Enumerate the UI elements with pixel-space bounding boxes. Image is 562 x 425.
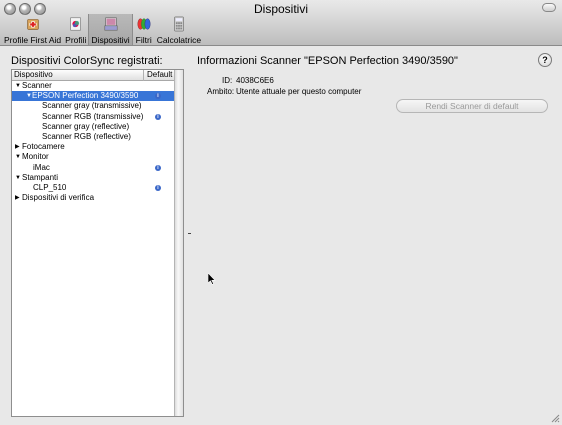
disclosure-open-icon[interactable]: ▼ [15,152,21,162]
tree-row-label: Scanner [22,81,52,90]
default-indicator-icon[interactable]: i [155,113,161,120]
tree-group-row[interactable]: ▼ Monitor [12,152,175,162]
tree-device-row[interactable]: iMac i [12,163,175,173]
tree-device-row[interactable]: Scanner RGB (reflective) [12,132,175,142]
toolbar-label: Dispositivi [91,35,130,45]
id-value: 4038C6E6 [236,76,274,85]
tree-device-row[interactable]: ▼ EPSON Perfection 3490/3590 i [12,91,175,102]
default-indicator-icon[interactable]: i [155,164,161,171]
devices-tree: ▼ Scanner ▼ EPSON Perfection 3490/3590 i Scan… [12,81,175,203]
tree-device-row[interactable]: Scanner gray (reflective) [12,122,175,132]
split-view-divider[interactable] [188,233,191,234]
scope-value: Utente attuale per questo computer [236,87,362,96]
tree-row-label: CLP_510 [33,182,67,192]
toolbar-toggle-button[interactable] [542,3,556,12]
resize-grip-icon[interactable] [550,413,560,423]
disclosure-open-icon[interactable]: ▼ [15,173,21,183]
tree-row-label: EPSON Perfection 3490/3590 [32,91,139,101]
tree-group-row[interactable]: ▼ Scanner [12,81,175,91]
tree-device-row[interactable]: Scanner gray (transmissive) [12,101,175,111]
table-header: Dispositivo Default [12,70,175,81]
tree-row-label: Scanner gray (reflective) [42,121,130,131]
toolbar-label: Profili [65,35,87,45]
id-label: ID: [222,76,233,85]
device-info-title: Informazioni Scanner "EPSON Perfection 3… [197,55,458,67]
tree-row-label: Scanner gray (transmissive) [42,101,142,111]
tree-group-row[interactable]: ▶ Dispositivi di verifica [12,193,175,203]
toolbar-item-dispositivi[interactable]: Dispositivi [88,14,133,45]
mouse-pointer-icon [208,273,216,285]
tree-row-label: Scanner RGB (reflective) [42,131,131,141]
tree-row-label: Dispositivi di verifica [22,193,95,203]
disclosure-closed-icon[interactable]: ▶ [15,193,20,203]
tree-row-label: Stampanti [22,172,59,182]
scope-label: Ambito: [207,87,235,96]
tree-row-label: Fotocamere [22,142,65,152]
devices-heading: Dispositivi ColorSync registrati: [11,55,163,67]
toolbar-label: Calcolatrice [156,35,202,45]
profiles-icon [70,17,81,31]
title-bar: Dispositivi Profile First Aid Profili Di… [0,0,562,46]
toolbar-item-calcolatrice[interactable]: Calcolatrice [155,14,203,45]
toolbar-label: Profile First Aid [4,35,62,45]
tree-group-row[interactable]: ▼ Stampanti [12,173,175,183]
default-indicator-icon[interactable]: i [155,93,161,100]
disclosure-closed-icon[interactable]: ▶ [15,142,20,152]
tree-row-label: Scanner RGB (transmissive) [42,111,144,121]
set-default-scanner-button[interactable]: Rendi Scanner di default [396,99,548,113]
devices-icon [104,17,118,31]
column-header-default[interactable]: Default [143,70,175,81]
tree-device-row[interactable]: CLP_510 i [12,183,175,193]
calculator-icon [174,16,184,32]
toolbar: Profile First Aid Profili Dispositivi Fi… [2,14,203,45]
help-button[interactable]: ? [538,53,552,67]
toolbar-item-filtri[interactable]: Filtri [133,14,155,45]
toolbar-label: Filtri [135,35,152,45]
profile-first-aid-icon [26,19,39,30]
column-header-device[interactable]: Dispositivo [14,70,53,79]
tree-row-label: iMac [33,162,50,172]
devices-table[interactable]: Dispositivo Default ▼ Scanner ▼ EPSON Perfe… [11,69,184,417]
disclosure-open-icon[interactable]: ▼ [15,81,21,91]
filters-icon [137,18,151,30]
toolbar-item-profili[interactable]: Profili [63,14,88,45]
tree-group-row[interactable]: ▶ Fotocamere [12,142,175,152]
toolbar-item-profile-first-aid[interactable]: Profile First Aid [2,14,63,45]
default-indicator-icon[interactable]: i [155,184,161,191]
tree-device-row[interactable]: Scanner RGB (transmissive) i [12,112,175,122]
tree-row-label: Monitor [22,152,49,162]
vertical-scrollbar[interactable] [174,70,183,416]
